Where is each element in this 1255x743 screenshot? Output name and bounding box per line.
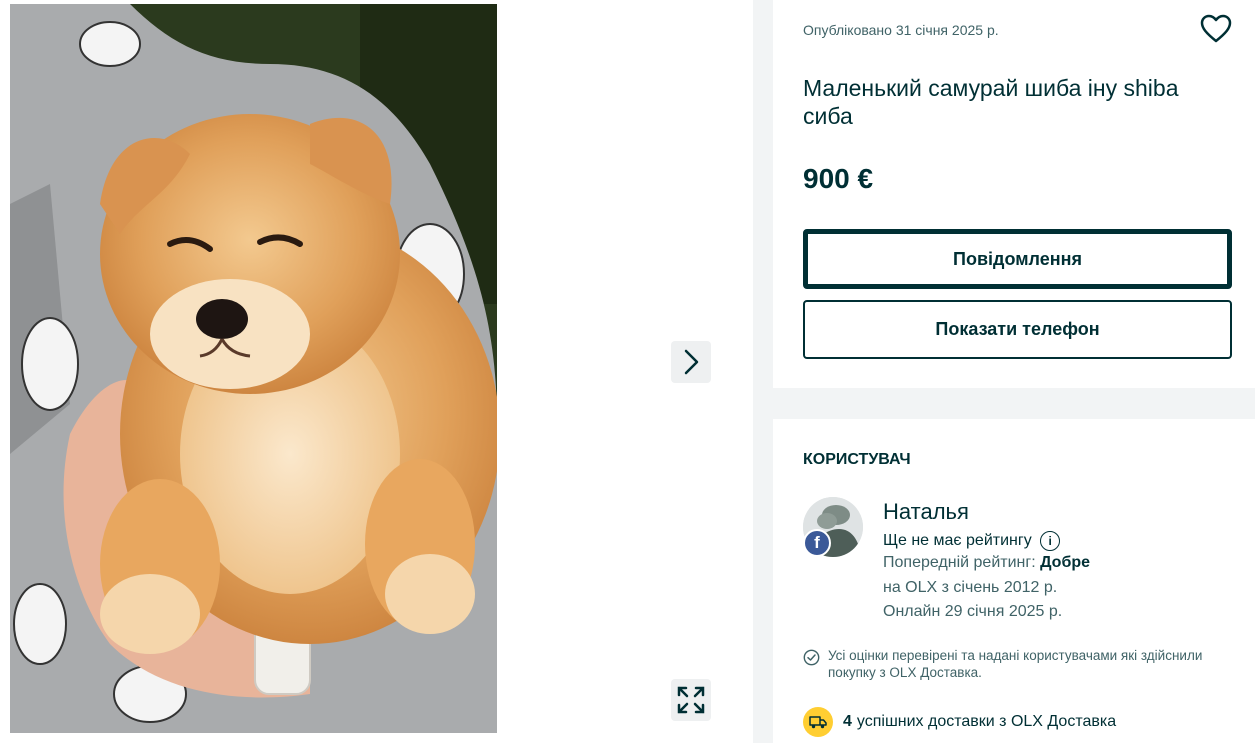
seller-section-title: КОРИСТУВАЧ — [803, 451, 911, 468]
ad-title: Маленький самурай шиба іну shiba сиба — [803, 75, 1179, 129]
previous-rating: Попередній рейтинг: Добре — [883, 554, 1090, 572]
ad-details-card: Опубліковано 31 січня 2025 р. Маленький … — [773, 0, 1255, 388]
check-circle-icon — [803, 649, 820, 666]
heart-icon — [1200, 14, 1232, 43]
previous-rating-value: Добре — [1040, 554, 1090, 571]
listing-photo[interactable] — [10, 4, 497, 733]
facebook-icon: f — [803, 529, 831, 557]
delivery-count: 4 — [843, 713, 852, 730]
seller-card: КОРИСТУВАЧ f Наталья Ще не має рейтингу … — [773, 419, 1255, 743]
show-phone-button[interactable]: Показати телефон — [803, 300, 1232, 359]
info-icon[interactable]: i — [1040, 531, 1061, 551]
verified-ratings-note: Усі оцінки перевірені та надані користув… — [803, 647, 1223, 681]
next-photo-button[interactable] — [671, 341, 711, 383]
send-message-button[interactable]: Повідомлення — [803, 229, 1232, 289]
seller-name[interactable]: Наталья — [883, 499, 969, 525]
ad-price: 900 € — [803, 163, 874, 194]
published-date: Опубліковано 31 січня 2025 р. — [803, 22, 999, 38]
expand-icon — [677, 686, 705, 714]
member-since: на OLX з січень 2012 р. — [883, 579, 1058, 596]
no-rating-label: Ще не має рейтингу — [883, 532, 1032, 550]
last-online: Онлайн 29 січня 2025 р. — [883, 603, 1063, 620]
verified-note-text: Усі оцінки перевірені та надані користув… — [828, 648, 1203, 680]
delivery-stats: 4 успішних доставки з OLX Доставка — [803, 707, 1116, 737]
truck-icon — [803, 707, 833, 737]
chevron-right-icon — [684, 349, 699, 375]
add-to-favorites-button[interactable] — [1200, 14, 1232, 44]
image-gallery — [0, 0, 753, 743]
delivery-text: успішних доставки з OLX Доставка — [856, 713, 1117, 730]
no-rating-text: Ще не має рейтингу i — [883, 531, 1061, 551]
previous-rating-label: Попередній рейтинг: — [883, 554, 1041, 571]
fullscreen-button[interactable] — [671, 679, 711, 721]
